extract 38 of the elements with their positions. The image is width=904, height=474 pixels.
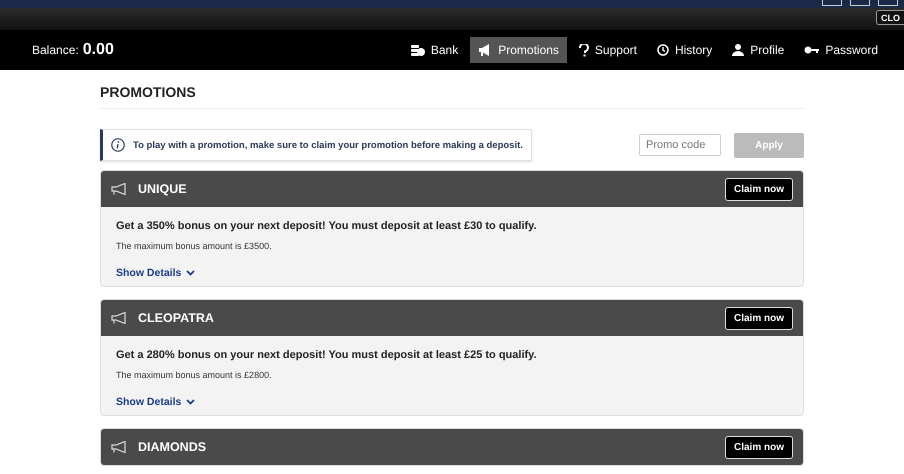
window-button[interactable]: [878, 0, 898, 6]
promotion-title: CLEOPATRA: [138, 311, 214, 325]
promotion-note: The maximum bonus amount is £3500.: [116, 241, 273, 251]
window-button[interactable]: [850, 0, 870, 6]
notice-text: To play with a promotion, make sure to claim your promotion before making a deposit.: [133, 140, 523, 150]
megaphone-icon: [111, 183, 128, 195]
nav-tab[interactable]: Bank: [402, 37, 466, 63]
nav-tab[interactable]: Promotions: [470, 37, 567, 63]
history-icon: [656, 44, 669, 56]
person-icon: [732, 44, 744, 56]
balance-label: Balance:: [32, 43, 79, 57]
promotion-note: The maximum bonus amount is £2800.: [116, 370, 273, 380]
nav-tab[interactable]: Password: [796, 37, 886, 63]
page-title: PROMOTIONS: [100, 84, 804, 109]
claim-button[interactable]: Claim now: [724, 306, 793, 330]
question-icon: [578, 44, 589, 56]
claim-button[interactable]: Claim now: [724, 436, 793, 458]
show-details-link[interactable]: Show Details: [116, 396, 788, 408]
promotion-title: UNIQUE: [138, 182, 187, 196]
coins-icon: [410, 44, 425, 56]
info-icon: [111, 138, 125, 152]
chevron-down-icon: [186, 399, 196, 405]
show-details-link[interactable]: Show Details: [116, 267, 788, 279]
promo-code-field[interactable]: Promo code: [639, 134, 721, 156]
megaphone-icon: [111, 312, 128, 324]
close-button[interactable]: CLO: [876, 10, 904, 25]
nav-tab[interactable]: Profile: [724, 37, 792, 63]
balance-value: 0.00: [82, 41, 114, 59]
chevron-down-icon: [186, 270, 196, 276]
nav-tab[interactable]: History: [648, 37, 720, 63]
promotion-headline: Get a 280% bonus on your next deposit! You must deposit at least £25 to qualify.: [116, 349, 538, 361]
megaphone-icon: [111, 441, 128, 453]
promotion-headline: Get a 350% bonus on your next deposit! You must deposit at least £30 to qualify.: [116, 220, 538, 232]
window-button[interactable]: [822, 0, 842, 6]
nav-tab[interactable]: Support: [570, 37, 645, 63]
claim-button[interactable]: Claim now: [724, 178, 793, 200]
key-icon: [804, 46, 820, 54]
promotion-title: DIAMONDS: [138, 440, 206, 454]
